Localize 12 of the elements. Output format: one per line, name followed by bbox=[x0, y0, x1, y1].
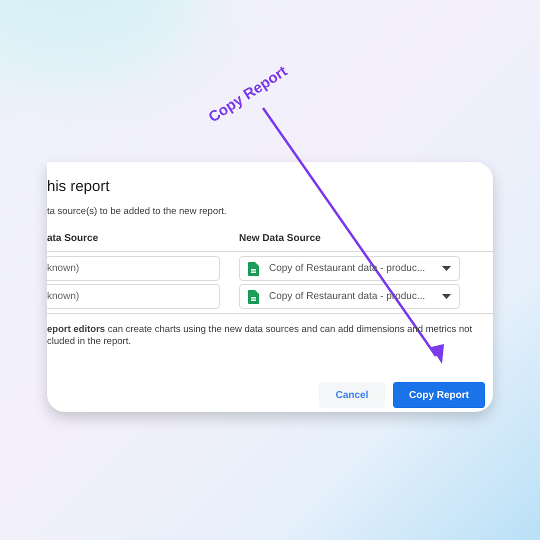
dialog-title: his report bbox=[47, 178, 111, 197]
data-source-field[interactable]: known) bbox=[47, 284, 220, 309]
column-header: New Data Source bbox=[239, 233, 322, 246]
spreadsheet-icon bbox=[248, 262, 259, 276]
cancel-button[interactable]: Cancel bbox=[319, 382, 385, 408]
data-source-field[interactable]: known) bbox=[47, 256, 220, 281]
spreadsheet-icon bbox=[248, 290, 259, 304]
caret-icon bbox=[442, 266, 451, 271]
copy-report-button[interactable]: Copy Report bbox=[393, 382, 485, 408]
dialog-subtitle: ta source(s) to be added to the new report. bbox=[47, 206, 228, 217]
column-header: ata Source bbox=[47, 233, 100, 246]
caret-icon bbox=[442, 294, 451, 299]
